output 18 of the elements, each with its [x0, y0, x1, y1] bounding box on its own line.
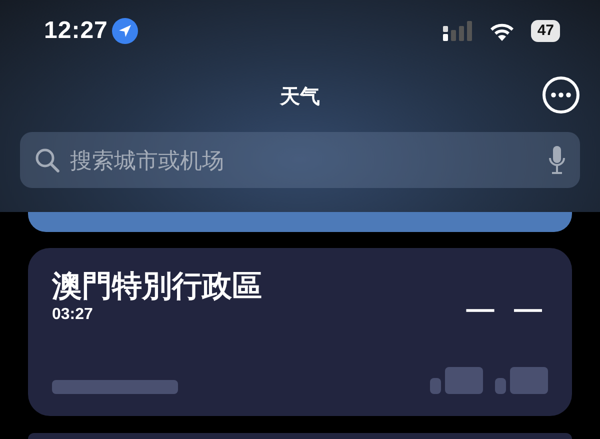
temperature: — —: [466, 292, 548, 326]
search-field[interactable]: 搜索城市或机场: [68, 142, 540, 178]
city-card[interactable]: 澳門特別行政區 03:27 — —: [28, 248, 572, 416]
loading-placeholder: [430, 378, 441, 394]
city-name: 澳門特別行政區: [52, 270, 262, 303]
loading-placeholder: [510, 367, 548, 394]
search-bar[interactable]: 搜索城市或机场: [20, 132, 580, 188]
app-title: 天气: [280, 85, 320, 110]
signal-icon: [443, 21, 474, 41]
search-icon: [34, 147, 60, 173]
status-time: 12:27: [44, 16, 108, 46]
battery-level: 47: [531, 20, 560, 42]
wifi-icon: [489, 21, 516, 41]
microphone-icon[interactable]: [548, 145, 566, 175]
more-options-icon[interactable]: [542, 76, 580, 114]
local-time: 03:27: [52, 305, 94, 325]
loading-placeholder: [495, 378, 506, 394]
loading-placeholder: [445, 367, 483, 394]
